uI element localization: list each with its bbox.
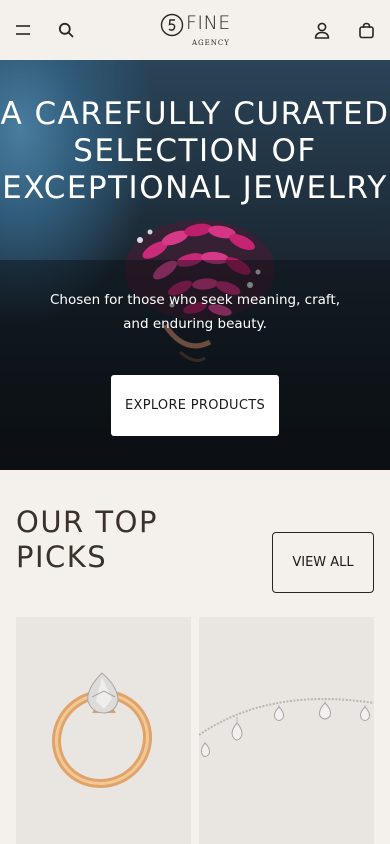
search-icon <box>58 22 74 38</box>
logo-subtext: AGENCY <box>192 39 230 47</box>
diamond-drop-necklace-image <box>199 698 374 757</box>
menu-icon <box>16 25 30 35</box>
menu-button[interactable] <box>9 16 37 44</box>
bag-button[interactable] <box>352 16 380 44</box>
gold-diamond-ring-image <box>51 672 153 789</box>
explore-products-button[interactable]: EXPLORE PRODUCTS <box>111 375 279 436</box>
product-card[interactable] <box>199 617 374 844</box>
bag-icon <box>358 22 374 38</box>
logo-text: FINE <box>186 12 231 34</box>
hero-banner: A CAREFULLY CURATED SELECTION OF EXCEPTI… <box>0 60 390 470</box>
hero-title: A CAREFULLY CURATED SELECTION OF EXCEPTI… <box>0 96 390 206</box>
section-title: OUR TOP PICKS <box>16 505 158 574</box>
site-header: FINE AGENCY <box>0 0 390 60</box>
product-card[interactable] <box>16 617 191 844</box>
account-button[interactable] <box>308 16 336 44</box>
search-button[interactable] <box>52 16 80 44</box>
logo-mark-icon <box>160 13 184 37</box>
brand-logo[interactable]: FINE AGENCY <box>160 12 232 50</box>
account-icon <box>314 22 330 39</box>
view-all-button[interactable]: VIEW ALL <box>272 532 374 593</box>
hero-subtitle: Chosen for those who seek meaning, craft… <box>49 292 340 332</box>
